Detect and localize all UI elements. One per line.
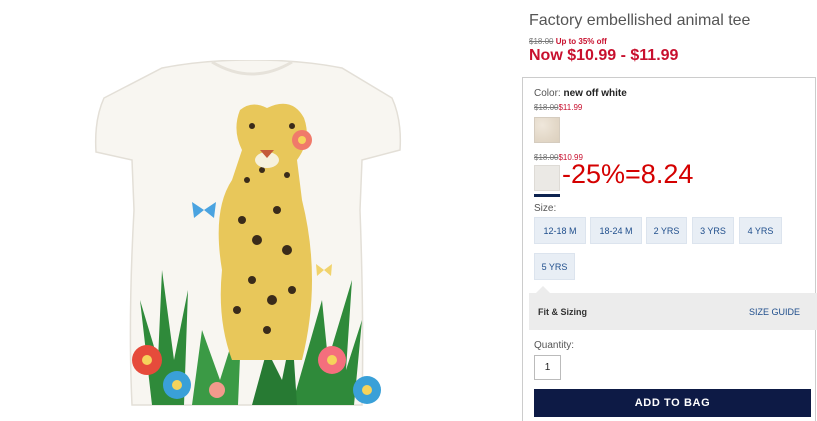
product-details: Factory embellished animal tee $18.00 Up… [522, 0, 817, 421]
fit-sizing-bar[interactable]: Fit & Sizing SIZE GUIDE [529, 286, 817, 330]
color-label-text: Color: [534, 88, 561, 99]
size-option-4yrs[interactable]: 4 YRS [739, 217, 782, 244]
color-selected-name: new off white [563, 88, 627, 99]
fit-notch [536, 286, 550, 293]
product-image[interactable] [92, 59, 422, 415]
size-option-12-18m[interactable]: 12-18 M [534, 217, 586, 244]
color-swatch-1[interactable] [534, 117, 560, 143]
add-to-bag-button[interactable]: ADD TO BAG [534, 389, 811, 417]
promo-original-price: $18.00 [529, 37, 554, 46]
tshirt-illustration [94, 59, 402, 406]
quantity-label: Quantity: [534, 340, 575, 351]
promo-line: $18.00 Up to 35% off [529, 37, 607, 46]
fit-sizing-label: Fit & Sizing [538, 307, 587, 317]
promo-discount: Up to 35% off [555, 37, 607, 46]
size-option-5yrs[interactable]: 5 YRS [534, 253, 575, 280]
size-option-3yrs[interactable]: 3 YRS [692, 217, 734, 244]
size-label: Size: [534, 203, 557, 214]
options-panel [522, 77, 816, 421]
price-annotation: -25%=8.24 [562, 159, 694, 189]
product-title: Factory embellished animal tee [529, 12, 751, 29]
variant-sale-price: $11.99 [558, 103, 583, 112]
quantity-input[interactable]: 1 [534, 355, 561, 380]
size-guide-link[interactable]: SIZE GUIDE [749, 307, 800, 317]
size-option-18-24m[interactable]: 18-24 M [590, 217, 642, 244]
variant-original-price: $18.00 [534, 153, 559, 162]
selected-swatch-indicator [534, 194, 560, 197]
variant-price-1: $18.00$11.99 [534, 103, 582, 112]
color-swatch-2[interactable] [534, 165, 560, 191]
color-label: Color: new off white [534, 88, 627, 99]
now-price: Now $10.99 - $11.99 [529, 47, 679, 64]
size-option-2yrs[interactable]: 2 YRS [646, 217, 687, 244]
variant-original-price: $18.00 [534, 103, 559, 112]
